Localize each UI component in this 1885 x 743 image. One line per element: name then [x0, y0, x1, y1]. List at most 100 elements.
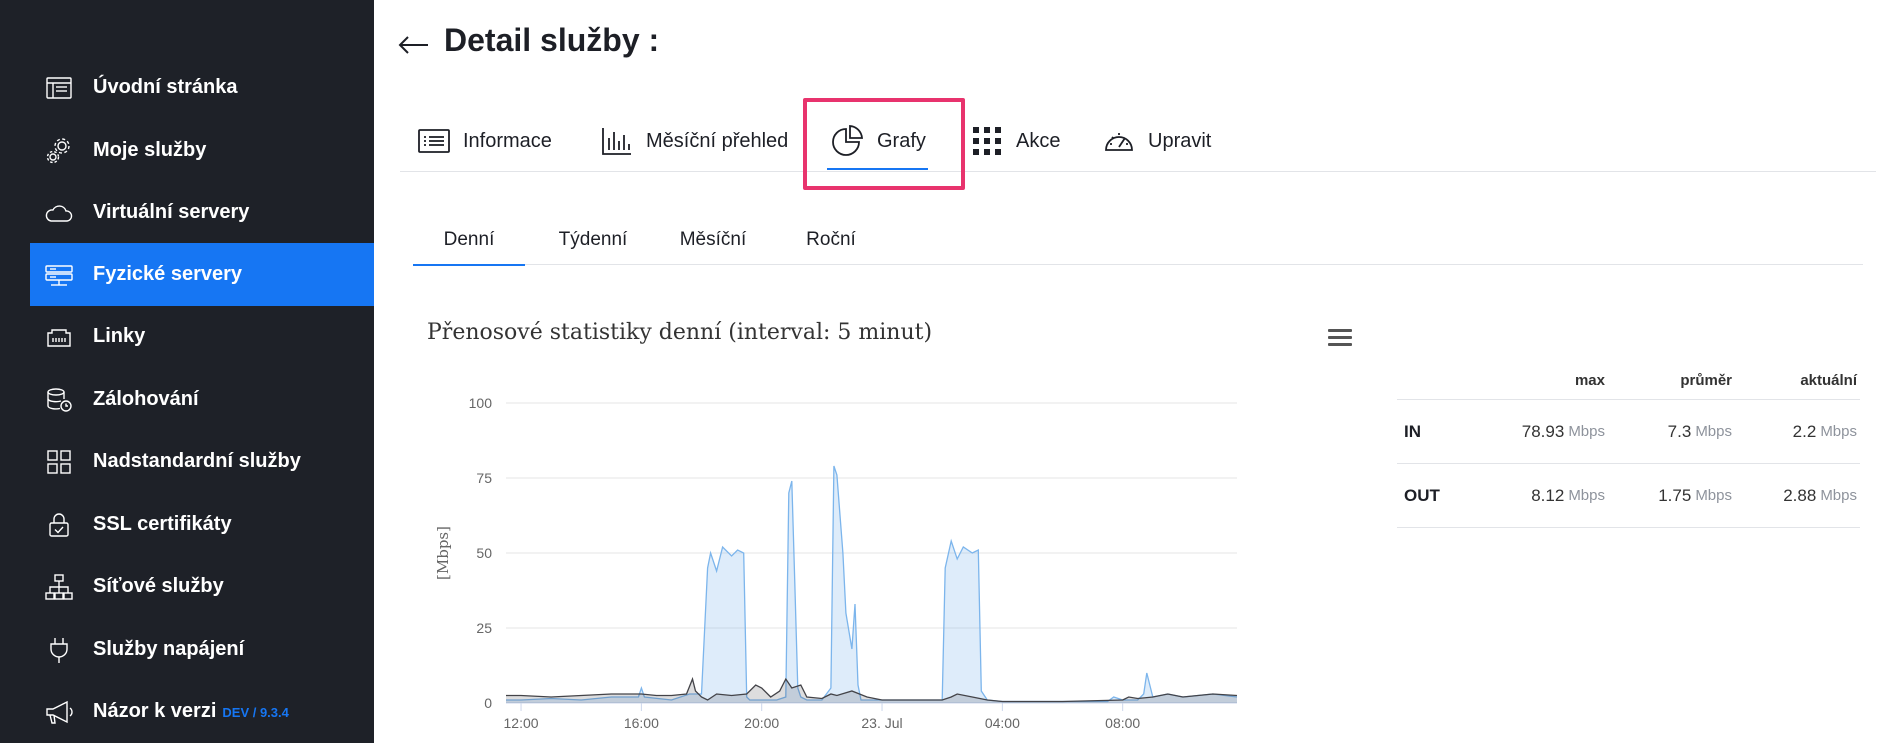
tab-akce[interactable]: Akce — [970, 110, 1060, 172]
ethernet-port-icon — [42, 320, 76, 354]
back-arrow-icon[interactable] — [396, 25, 432, 61]
network-hierarchy-icon — [42, 570, 76, 604]
dots-grid-icon — [973, 127, 1001, 155]
sidebar-item-ssl-certifikaty[interactable]: SSL certifikáty — [30, 493, 374, 556]
tab-informace[interactable]: Informace — [417, 110, 552, 172]
x-tick-label: 12:00 — [504, 715, 539, 731]
stats-value: 8.12 Mbps — [1531, 464, 1605, 527]
sidebar: Úvodní stránka Moje služby Virtuální ser… — [0, 0, 374, 743]
sidebar-item-nadstandardni-sluzby[interactable]: Nadstandardní služby — [30, 430, 374, 493]
stats-row-label: IN — [1404, 421, 1421, 441]
stats-header-avg: průměr — [1680, 372, 1732, 389]
tab-label: Měsíční přehled — [646, 129, 789, 152]
database-clock-icon — [42, 383, 76, 417]
stats-header-current: aktuální — [1800, 372, 1857, 389]
tab-label: Upravit — [1148, 129, 1212, 152]
stats-row-out: OUT 8.12 Mbps 1.75 Mbps 2.88 Mbps — [1397, 464, 1860, 528]
tab-upravit[interactable]: Upravit — [1102, 110, 1211, 172]
list-icon — [418, 129, 450, 153]
subtab-mesicni[interactable]: Měsíční — [661, 215, 765, 265]
stats-number: 7.3 — [1667, 421, 1692, 441]
grid-squares-icon — [42, 445, 76, 479]
stats-unit: Mbps — [1695, 423, 1732, 440]
stats-header-max: max — [1574, 372, 1605, 389]
sidebar-item-moje-sluzby[interactable]: Moje služby — [30, 119, 374, 182]
x-tick-label: 20:00 — [744, 715, 779, 731]
bar-chart-icon — [602, 128, 631, 155]
sidebar-item-label: SSL certifikáty — [93, 513, 232, 535]
tab-label: Informace — [463, 129, 552, 152]
subtab-tydenni[interactable]: Týdenní — [538, 215, 648, 265]
stats-value: 78.93 Mbps — [1522, 400, 1605, 463]
sidebar-item-virtualni-servery[interactable]: Virtuální servery — [30, 181, 374, 244]
y-tick-label: 25 — [476, 620, 492, 636]
chart-title: Přenosové statistiky denní (interval: 5 … — [427, 320, 933, 345]
stats-value: 2.88 Mbps — [1783, 464, 1857, 527]
sidebar-item-label-wrap: Názor k verzi DEV / 9.3.4 — [93, 700, 289, 723]
gears-icon — [42, 134, 76, 168]
main-tabs: Informace Měsíční přehled Grafy Akce Upr… — [400, 110, 1876, 172]
stats-unit: Mbps — [1568, 487, 1605, 504]
sidebar-item-label: Fyzické servery — [93, 263, 243, 285]
stats-value: 2.2 Mbps — [1793, 400, 1857, 463]
stats-number: 2.2 — [1792, 421, 1817, 441]
sidebar-item-sluzby-napajeni[interactable]: Služby napájení — [30, 618, 374, 681]
cloud-icon — [42, 196, 76, 230]
stats-value: 7.3 Mbps — [1668, 400, 1732, 463]
subtab-rocni[interactable]: Roční — [783, 215, 879, 265]
y-tick-label: 0 — [484, 695, 492, 711]
sidebar-item-label: Síťové služby — [93, 575, 224, 597]
sidebar-item-label: Názor k verzi — [93, 700, 217, 722]
x-tick-label: 04:00 — [985, 715, 1020, 731]
tab-mesicni-prehled[interactable]: Měsíční přehled — [600, 110, 788, 172]
stats-table: max průměr aktuální IN 78.93 Mbps 7.3 Mbps… — [1397, 362, 1860, 528]
hamburger-menu-icon[interactable] — [1328, 329, 1352, 351]
server-rack-icon — [42, 258, 76, 292]
megaphone-icon — [42, 695, 76, 729]
stats-unit: Mbps — [1820, 487, 1857, 504]
y-tick-label: 75 — [476, 470, 492, 486]
sidebar-item-nazor-k-verzi[interactable]: Názor k verzi DEV / 9.3.4 — [30, 680, 374, 743]
lock-check-icon — [42, 508, 76, 542]
sidebar-item-zalohovani[interactable]: Zálohování — [30, 368, 374, 431]
page-title: Detail služby : — [444, 22, 660, 58]
traffic-chart: 0 25 50 75 100 12:00 16:00 20:00 23. Jul 04:00 08:… — [434, 395, 1238, 731]
browser-window-icon — [42, 71, 76, 105]
sidebar-item-sitove-sluzby[interactable]: Síťové služby — [30, 555, 374, 618]
sidebar-item-label: Virtuální servery — [93, 201, 250, 223]
series-area-in — [506, 466, 1237, 703]
sidebar-item-fyzicke-servery[interactable]: Fyzické servery — [30, 243, 374, 306]
sidebar-item-label: Linky — [93, 325, 146, 347]
subtab-denni[interactable]: Denní — [413, 215, 525, 266]
y-tick-label: 50 — [476, 545, 492, 561]
stats-unit: Mbps — [1695, 487, 1732, 504]
sidebar-item-linky[interactable]: Linky — [30, 305, 374, 368]
sidebar-item-label: Zálohování — [93, 388, 199, 410]
x-tick-label: 16:00 — [624, 715, 659, 731]
series-area-out — [506, 679, 1237, 703]
period-tabs: Denní Týdenní Měsíční Roční — [413, 215, 1863, 266]
version-badge: DEV / 9.3.4 — [222, 705, 289, 720]
tab-label: Akce — [1016, 129, 1061, 152]
stats-header-row: max průměr aktuální — [1397, 362, 1860, 400]
sidebar-item-uvodni-stranka[interactable]: Úvodní stránka — [30, 56, 374, 119]
stats-number: 2.88 — [1783, 485, 1817, 505]
power-plug-icon — [42, 633, 76, 667]
y-tick-label: 100 — [469, 395, 493, 411]
stats-number: 1.75 — [1658, 485, 1692, 505]
sidebar-item-label: Úvodní stránka — [93, 76, 238, 98]
stats-row-label: OUT — [1404, 485, 1440, 505]
stats-unit: Mbps — [1820, 423, 1857, 440]
tab-highlight-frame — [803, 98, 965, 190]
stats-number: 8.12 — [1531, 485, 1565, 505]
x-tick-label: 08:00 — [1105, 715, 1140, 731]
series-line-in — [506, 465, 1238, 703]
stats-value: 1.75 Mbps — [1658, 464, 1732, 527]
stats-unit: Mbps — [1568, 423, 1605, 440]
sidebar-item-label: Nadstandardní služby — [93, 450, 301, 472]
x-tick-label: 23. Jul — [861, 715, 902, 731]
y-axis-label: [Mbps] — [434, 526, 452, 580]
sidebar-item-label: Služby napájení — [93, 638, 245, 660]
speedometer-icon — [1105, 133, 1133, 151]
stats-row-in: IN 78.93 Mbps 7.3 Mbps 2.2 Mbps — [1397, 400, 1860, 464]
